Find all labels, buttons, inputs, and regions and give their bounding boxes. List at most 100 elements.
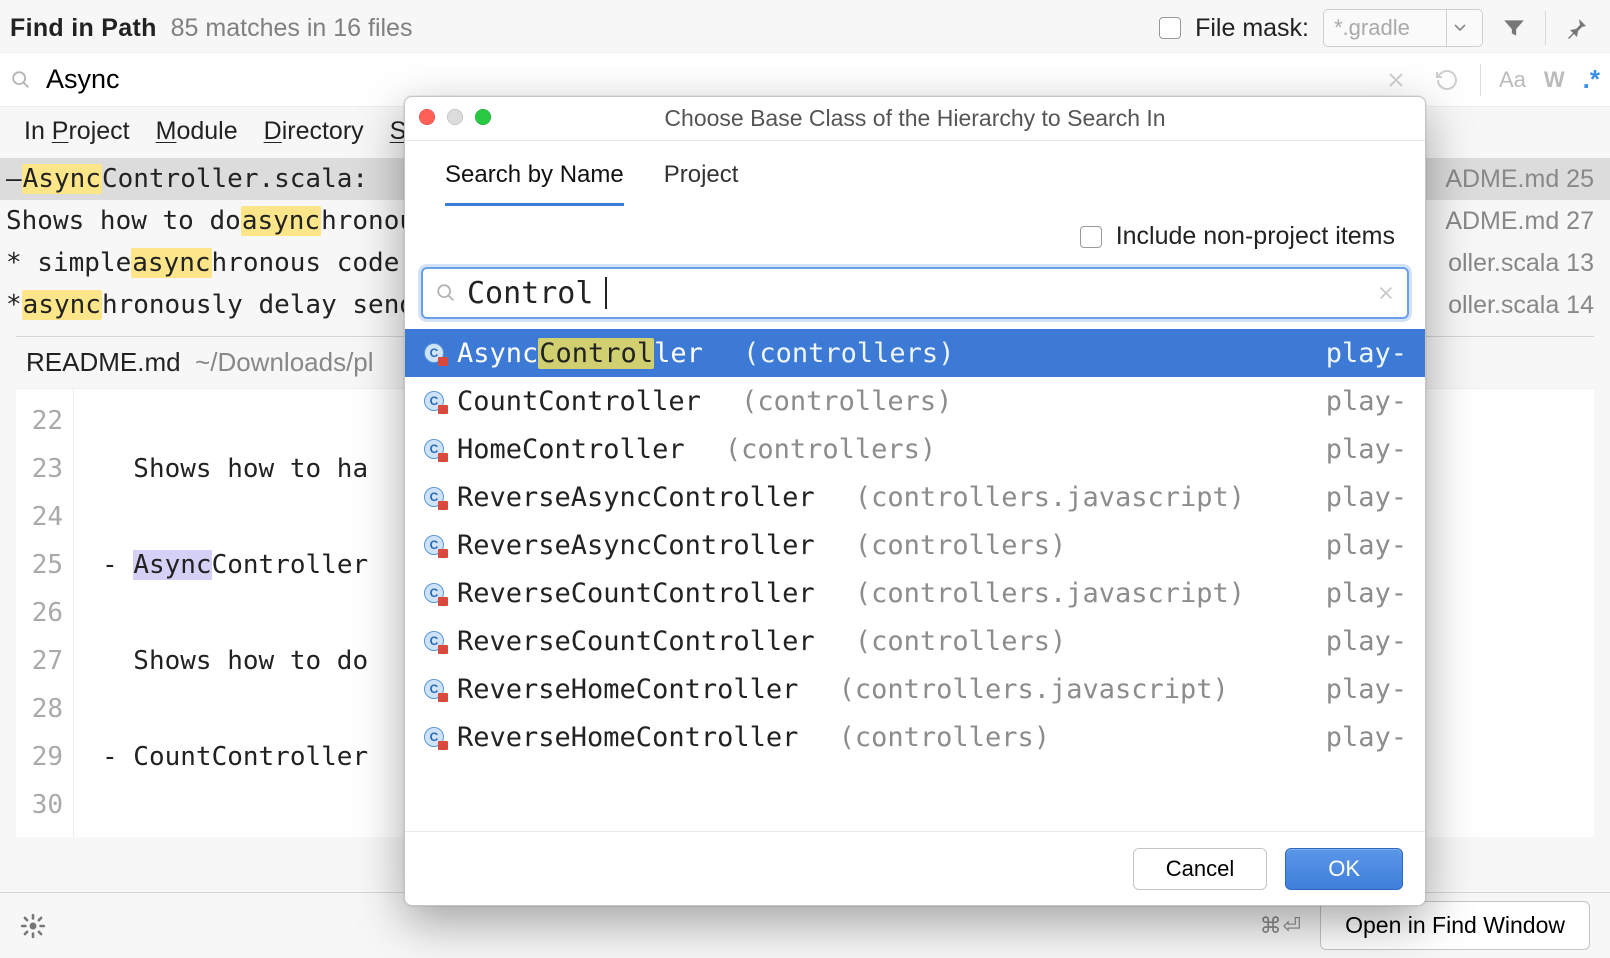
editor-gutter: 222324252627282930 (16, 389, 74, 837)
dialog-search-input[interactable]: Control (467, 276, 593, 311)
class-name: ReverseAsyncController (457, 530, 815, 561)
file-mask-value: *.gradle (1334, 15, 1410, 41)
dialog-search[interactable]: Control (421, 267, 1409, 319)
ok-button[interactable]: OK (1285, 848, 1403, 890)
search-icon (435, 282, 457, 304)
gear-icon[interactable] (20, 913, 46, 939)
class-icon: C (423, 630, 445, 652)
file-mask-checkbox[interactable] (1159, 17, 1181, 39)
class-icon: C (423, 390, 445, 412)
find-title: Find in Path (10, 14, 157, 43)
class-name: AsyncController (457, 338, 703, 369)
pin-icon[interactable] (1560, 16, 1594, 40)
class-icon: C (423, 678, 445, 700)
class-icon: C (423, 726, 445, 748)
caret (605, 277, 607, 309)
class-package: (controllers.javascript) (839, 674, 1229, 705)
file-mask-label: File mask: (1195, 14, 1309, 43)
tab-search-by-name[interactable]: Search by Name (445, 161, 624, 206)
class-name: ReverseAsyncController (457, 482, 815, 513)
list-item[interactable]: CHomeController (controllers)play- (405, 425, 1425, 473)
class-package: (controllers) (743, 338, 954, 369)
result-location: ADME.md 27 (1445, 207, 1594, 236)
filter-icon[interactable] (1497, 15, 1531, 41)
list-item[interactable]: C ReverseHomeController (controllers.java… (405, 665, 1425, 713)
class-name: ReverseHomeController (457, 674, 798, 705)
history-icon[interactable] (1430, 64, 1462, 96)
result-location: oller.scala 14 (1448, 291, 1594, 320)
file-mask-select[interactable]: *.gradle (1323, 9, 1483, 47)
class-source: play- (1326, 674, 1407, 705)
separator (1545, 11, 1546, 45)
class-source: play- (1326, 482, 1407, 513)
kbd-hint: ⌘⏎ (1260, 913, 1302, 939)
result-location: ADME.md 25 (1445, 165, 1594, 194)
class-name: CountController (457, 386, 701, 417)
class-package: (controllers) (855, 530, 1066, 561)
include-non-project-checkbox[interactable] (1080, 226, 1102, 248)
scope-tab-module[interactable]: Module (156, 117, 238, 146)
scope-tab-project[interactable]: In Project (24, 117, 130, 146)
words-toggle[interactable]: W (1544, 67, 1565, 93)
class-source: play- (1326, 338, 1407, 369)
class-source: play- (1326, 626, 1407, 657)
regex-toggle[interactable]: .* (1583, 64, 1600, 95)
class-source: play- (1326, 722, 1407, 753)
find-stats: 85 matches in 16 files (171, 14, 413, 43)
clear-icon[interactable] (1377, 284, 1395, 302)
list-item[interactable]: C ReverseHomeController (controllers) play… (405, 713, 1425, 761)
include-row: Include non-project items (405, 206, 1425, 267)
choose-class-dialog: Choose Base Class of the Hierarchy to Se… (404, 96, 1426, 906)
class-source: play- (1326, 386, 1407, 417)
dialog-footer: Cancel OK (405, 831, 1425, 905)
list-item[interactable]: C CountController (controllers) play- (405, 377, 1425, 425)
result-text: * simple asynchronous code in (6, 248, 446, 278)
result-text: * asynchronously delay sendin (6, 290, 446, 320)
result-location: oller.scala 13 (1448, 249, 1594, 278)
include-non-project-label: Include non-project items (1116, 222, 1395, 251)
list-item[interactable]: C ReverseAsyncController (controllers) pla… (405, 521, 1425, 569)
match-case-toggle[interactable]: Aa (1499, 67, 1526, 93)
window-controls[interactable] (419, 109, 491, 125)
class-package: (controllers) (839, 722, 1050, 753)
class-package: (controllers.javascript) (855, 482, 1245, 513)
preview-file-name: README.md (26, 347, 181, 377)
open-in-find-window-button[interactable]: Open in Find Window (1320, 901, 1590, 950)
clear-icon[interactable] (1380, 64, 1412, 96)
find-header: Find in Path 85 matches in 16 files File… (0, 0, 1610, 52)
dialog-title: Choose Base Class of the Hierarchy to Se… (664, 105, 1165, 132)
editor-code[interactable]: Shows how to ha- AsyncController Shows h… (74, 389, 368, 837)
close-icon[interactable] (419, 109, 435, 125)
class-package: (controllers) (725, 434, 936, 465)
class-name: ReverseCountController (457, 626, 815, 657)
class-icon: C (423, 438, 445, 460)
class-source: play- (1326, 578, 1407, 609)
tab-project[interactable]: Project (664, 161, 739, 206)
separator (1480, 64, 1481, 96)
zoom-icon[interactable] (475, 109, 491, 125)
dialog-tabs: Search by Name Project (405, 141, 1425, 206)
dialog-titlebar[interactable]: Choose Base Class of the Hierarchy to Se… (405, 97, 1425, 141)
list-item[interactable]: C ReverseCountController (controllers.jav… (405, 569, 1425, 617)
scope-tab-directory[interactable]: Directory (264, 117, 364, 146)
cancel-button[interactable]: Cancel (1133, 848, 1267, 890)
class-package: (controllers) (741, 386, 952, 417)
minimize-icon[interactable] (447, 109, 463, 125)
list-item[interactable]: C AsyncController (controllers) play- (405, 329, 1425, 377)
class-name: ReverseCountController (457, 578, 815, 609)
class-icon: C (423, 582, 445, 604)
class-source: play- (1326, 434, 1407, 465)
class-name: ReverseHomeController (457, 722, 798, 753)
result-text: – AsyncController.scala: (6, 164, 368, 194)
chevron-down-icon (1446, 10, 1472, 46)
class-package: (controllers.javascript) (855, 578, 1245, 609)
dialog-results-list[interactable]: C AsyncController (controllers) play- C Coun… (405, 329, 1425, 831)
class-icon: C (423, 342, 445, 364)
list-item[interactable]: CReverseAsyncController (controllers.jav… (405, 473, 1425, 521)
list-item[interactable]: C ReverseCountController (controllers) pla… (405, 617, 1425, 665)
search-input[interactable] (46, 60, 1366, 99)
class-package: (controllers) (855, 626, 1066, 657)
class-source: play- (1326, 530, 1407, 561)
preview-file-path: ~/Downloads/pl (195, 347, 374, 377)
class-icon: C (423, 534, 445, 556)
